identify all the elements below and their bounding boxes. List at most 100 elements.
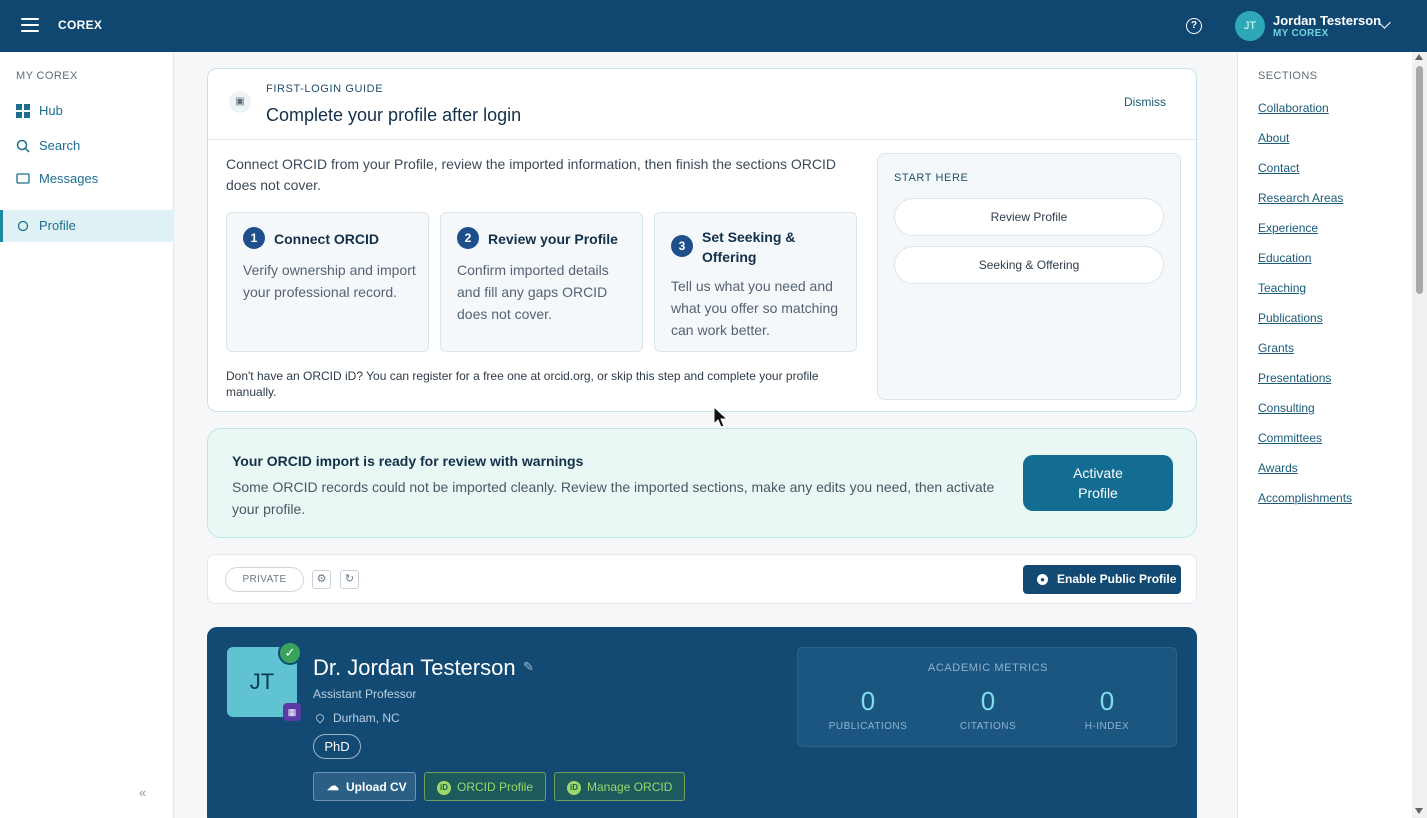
- start-here-heading: START HERE: [894, 172, 969, 184]
- circle-icon: [17, 220, 29, 232]
- warning-title: Your ORCID import is ready for review wi…: [232, 453, 584, 469]
- section-link-experience[interactable]: Experience: [1258, 221, 1318, 235]
- profile-hero: JT ✓ ▦ Dr. Jordan Testerson ✎ Assistant …: [207, 627, 1197, 818]
- orcid-profile-label: ORCID Profile: [457, 780, 534, 794]
- refresh-icon[interactable]: ↻: [340, 570, 359, 589]
- section-link-collaboration[interactable]: Collaboration: [1258, 101, 1329, 115]
- mouse-cursor-icon: [713, 406, 729, 428]
- citations-label: CITATIONS: [959, 721, 1017, 732]
- activate-label: Activate Profile: [1073, 465, 1123, 501]
- qr-badge-icon[interactable]: ▦: [283, 703, 301, 721]
- guide-overline: FIRST-LOGIN GUIDE: [266, 83, 384, 95]
- step-title: Set Seeking & Offering: [702, 229, 796, 265]
- guide-header: ▣ FIRST-LOGIN GUIDE Complete your profil…: [208, 69, 1196, 140]
- sidebar-heading: MY COREX: [16, 70, 78, 82]
- academic-metrics: ACADEMIC METRICS 0 PUBLICATIONS 0 CITATI…: [797, 647, 1177, 747]
- section-link-grants[interactable]: Grants: [1258, 341, 1294, 355]
- globe-icon: ●: [1037, 574, 1048, 585]
- step-number: 3: [671, 235, 693, 257]
- step-description: Confirm imported details and fill any ga…: [457, 262, 609, 322]
- upload-cv-label: Upload CV: [346, 780, 407, 794]
- h-index-label: H-INDEX: [1084, 721, 1130, 732]
- menu-icon[interactable]: [21, 18, 39, 32]
- left-sidebar: MY COREX Hub Search Messages Profile «: [0, 52, 174, 818]
- orcid-profile-button[interactable]: iD ORCID Profile: [424, 772, 546, 801]
- activate-profile-button[interactable]: Activate Profile: [1023, 455, 1173, 511]
- step-title: Review your Profile: [488, 231, 618, 247]
- cloud-upload-icon: ☁: [327, 779, 339, 793]
- section-link-research-areas[interactable]: Research Areas: [1258, 191, 1343, 205]
- dismiss-button[interactable]: Dismiss: [1124, 95, 1166, 109]
- brand-logo[interactable]: COREX: [58, 18, 102, 32]
- sidebar-item-label: Messages: [39, 171, 99, 186]
- manage-orcid-button[interactable]: iD Manage ORCID: [554, 772, 685, 801]
- user-avatar[interactable]: JT: [1235, 11, 1265, 41]
- section-link-teaching[interactable]: Teaching: [1258, 281, 1306, 295]
- sidebar-item-messages[interactable]: Messages: [0, 163, 174, 195]
- help-icon[interactable]: ?: [1186, 18, 1202, 34]
- import-warning-banner: Your ORCID import is ready for review wi…: [207, 428, 1197, 538]
- section-link-about[interactable]: About: [1258, 131, 1289, 145]
- verified-check-icon: ✓: [278, 641, 302, 665]
- step-card-connect-orcid: 1 Connect ORCID Verify ownership and imp…: [226, 212, 429, 352]
- guide-intro: Connect ORCID from your Profile, review …: [226, 156, 837, 193]
- sections-sidebar: SECTIONS Collaboration About Contact Res…: [1237, 52, 1412, 818]
- warning-description: Some ORCID records could not be imported…: [232, 479, 995, 517]
- user-name[interactable]: Jordan Testerson: [1273, 13, 1381, 28]
- profile-role: Assistant Professor: [313, 687, 417, 701]
- step-number: 1: [243, 227, 265, 249]
- profile-name: Dr. Jordan Testerson: [313, 655, 516, 680]
- guide-icon: ▣: [229, 91, 251, 113]
- section-link-publications[interactable]: Publications: [1258, 311, 1323, 325]
- step-card-seeking-offering: 3 Set Seeking & Offering Tell us what yo…: [654, 212, 857, 352]
- sections-heading: SECTIONS: [1258, 70, 1318, 82]
- edit-pencil-icon[interactable]: ✎: [523, 659, 534, 675]
- sidebar-item-profile[interactable]: Profile: [0, 210, 174, 242]
- profile-location: Durham, NC: [313, 711, 400, 725]
- section-link-contact[interactable]: Contact: [1258, 161, 1299, 175]
- section-link-consulting[interactable]: Consulting: [1258, 401, 1315, 415]
- section-link-accomplishments[interactable]: Accomplishments: [1258, 491, 1352, 505]
- collapse-sidebar-icon[interactable]: «: [139, 785, 146, 800]
- scroll-up-icon[interactable]: [1415, 54, 1423, 60]
- upload-cv-button[interactable]: ☁ Upload CV: [313, 772, 416, 801]
- seeking-offering-button[interactable]: Seeking & Offering: [894, 246, 1164, 284]
- step-number: 2: [457, 227, 479, 249]
- publications-value: 0: [860, 686, 876, 716]
- top-bar: COREX ? JT Jordan Testerson MY COREX: [0, 0, 1427, 52]
- search-icon: [16, 139, 30, 153]
- scrollbar-thumb[interactable]: [1416, 66, 1423, 294]
- user-subtitle[interactable]: MY COREX: [1273, 28, 1329, 39]
- degree-badge: PhD: [313, 734, 361, 759]
- enable-public-profile-label: Enable Public Profile: [1057, 572, 1177, 586]
- location-text: Durham, NC: [333, 711, 400, 725]
- section-link-education[interactable]: Education: [1258, 251, 1311, 265]
- profile-toolbar: PRIVATE ⚙ ↻ ● Enable Public Profile: [207, 554, 1197, 604]
- sidebar-item-search[interactable]: Search: [0, 130, 174, 162]
- step-card-review-profile: 2 Review your Profile Confirm imported d…: [440, 212, 643, 352]
- sidebar-item-hub[interactable]: Hub: [0, 95, 174, 127]
- visibility-badge: PRIVATE: [225, 567, 304, 592]
- guide-title: Complete your profile after login: [266, 105, 522, 125]
- review-profile-button[interactable]: Review Profile: [894, 198, 1164, 236]
- h-index-value: 0: [1099, 686, 1115, 716]
- section-link-presentations[interactable]: Presentations: [1258, 371, 1331, 385]
- orcid-icon: iD: [437, 781, 451, 795]
- enable-public-profile-button[interactable]: ● Enable Public Profile: [1023, 565, 1181, 594]
- step-title: Connect ORCID: [274, 231, 379, 247]
- sidebar-item-label: Profile: [39, 218, 76, 233]
- citations-value: 0: [980, 686, 996, 716]
- scroll-down-icon[interactable]: [1415, 808, 1423, 814]
- sidebar-item-label: Search: [39, 138, 81, 153]
- first-login-guide: ▣ FIRST-LOGIN GUIDE Complete your profil…: [207, 68, 1197, 412]
- page-scrollbar[interactable]: [1412, 52, 1427, 818]
- grid-icon: [16, 104, 30, 118]
- step-description: Tell us what you need and what you offer…: [671, 278, 839, 338]
- sidebar-item-label: Hub: [39, 103, 63, 118]
- publications-label: PUBLICATIONS: [828, 721, 908, 732]
- section-link-awards[interactable]: Awards: [1258, 461, 1298, 475]
- section-link-committees[interactable]: Committees: [1258, 431, 1322, 445]
- start-here-panel: START HERE Review Profile Seeking & Offe…: [877, 153, 1181, 400]
- orcid-note: Don't have an ORCID iD? You can register…: [226, 369, 819, 399]
- gear-icon[interactable]: ⚙: [312, 570, 331, 589]
